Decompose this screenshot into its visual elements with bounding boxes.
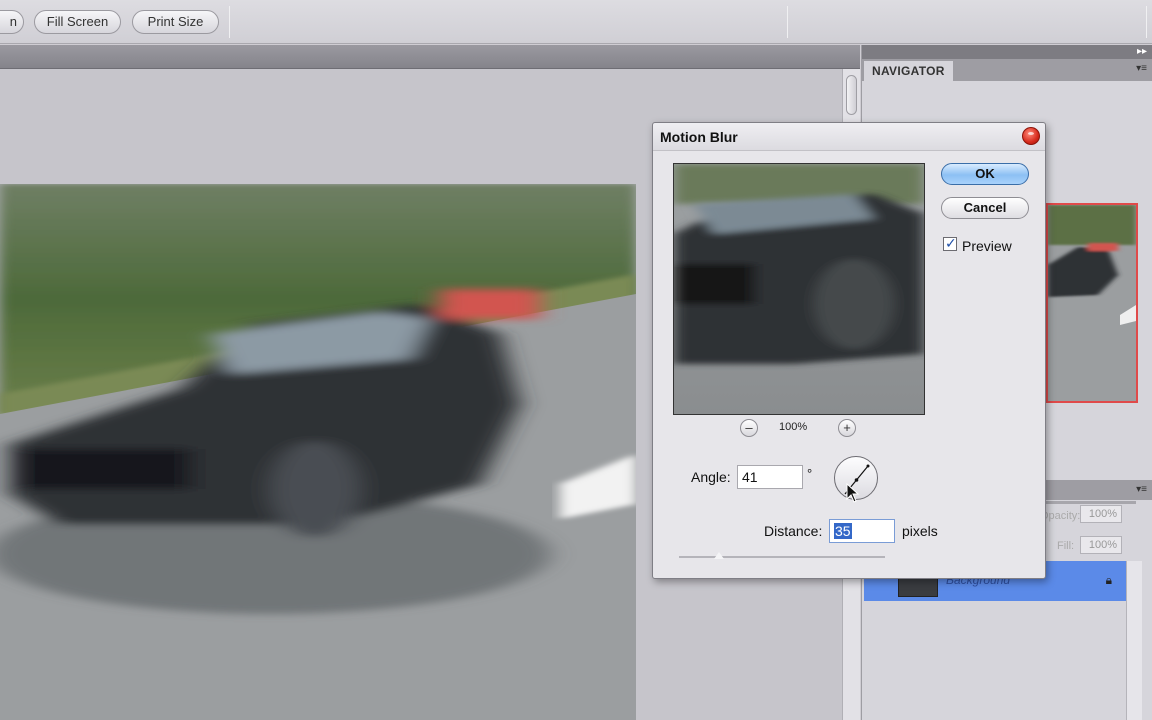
toolbar-divider — [229, 6, 230, 38]
distance-slider[interactable] — [679, 556, 885, 558]
lock-icon: 🔒︎ — [1105, 573, 1112, 587]
checkmark-icon: ✓ — [945, 235, 957, 251]
toolbar-divider — [1146, 6, 1147, 38]
angle-input[interactable]: 41 — [737, 465, 803, 489]
preview-label: Preview — [962, 238, 1012, 254]
fill-field[interactable]: 100% — [1080, 536, 1122, 554]
panel-menu-icon[interactable]: ▾≡ — [1136, 63, 1147, 74]
fill-label: Fill: — [1057, 540, 1075, 552]
zoom-out-button[interactable]: – — [740, 419, 758, 437]
degree-symbol: ° — [807, 466, 813, 481]
print-size-button[interactable]: Print Size — [132, 10, 219, 34]
opacity-field[interactable]: 100% — [1080, 505, 1122, 523]
navigator-thumbnail[interactable] — [1046, 203, 1138, 403]
panel-menu-icon[interactable]: ▾≡ — [1136, 484, 1147, 495]
options-bar: n Fill Screen Print Size — [0, 0, 1152, 44]
navigator-zoom-slider[interactable] — [1046, 501, 1136, 504]
cancel-button[interactable]: Cancel — [941, 197, 1029, 219]
close-icon[interactable] — [1022, 127, 1040, 145]
document-image[interactable] — [0, 184, 636, 720]
distance-label: Distance: — [764, 523, 823, 539]
pixels-label: pixels — [902, 523, 938, 539]
preview-checkbox[interactable]: ✓ — [943, 235, 957, 251]
toolbar-divider — [787, 6, 788, 38]
angle-label: Angle: — [691, 469, 731, 485]
navigator-tab-bar: NAVIGATOR ▾≡ — [862, 59, 1152, 81]
fill-screen-button[interactable]: Fill Screen — [34, 10, 121, 34]
layers-scrollbar[interactable] — [1126, 561, 1142, 720]
dock-header: ▸▸ — [862, 45, 1152, 59]
dialog-title-bar[interactable]: Motion Blur — [653, 123, 1045, 151]
actual-pixels-button[interactable]: n — [0, 10, 24, 34]
distance-value: 35 — [834, 523, 852, 539]
filter-preview[interactable] — [673, 163, 925, 415]
zoom-level: 100% — [779, 421, 808, 433]
scrollbar-thumb[interactable] — [846, 75, 857, 115]
ok-button[interactable]: OK — [941, 163, 1029, 185]
distance-slider-handle[interactable] — [714, 552, 724, 559]
document-tab-bar — [0, 45, 860, 69]
tab-navigator[interactable]: NAVIGATOR — [864, 61, 953, 81]
dialog-title: Motion Blur — [660, 129, 738, 145]
collapse-panels-icon[interactable]: ▸▸ — [1137, 45, 1147, 59]
mouse-cursor-icon — [846, 482, 860, 506]
motion-blur-dialog: Motion Blur – 100% + OK Cancel ✓ Preview… — [652, 122, 1046, 579]
zoom-in-button[interactable]: + — [838, 419, 856, 437]
opacity-label: Opacity: — [1040, 510, 1081, 522]
distance-input[interactable]: 35 — [829, 519, 895, 543]
